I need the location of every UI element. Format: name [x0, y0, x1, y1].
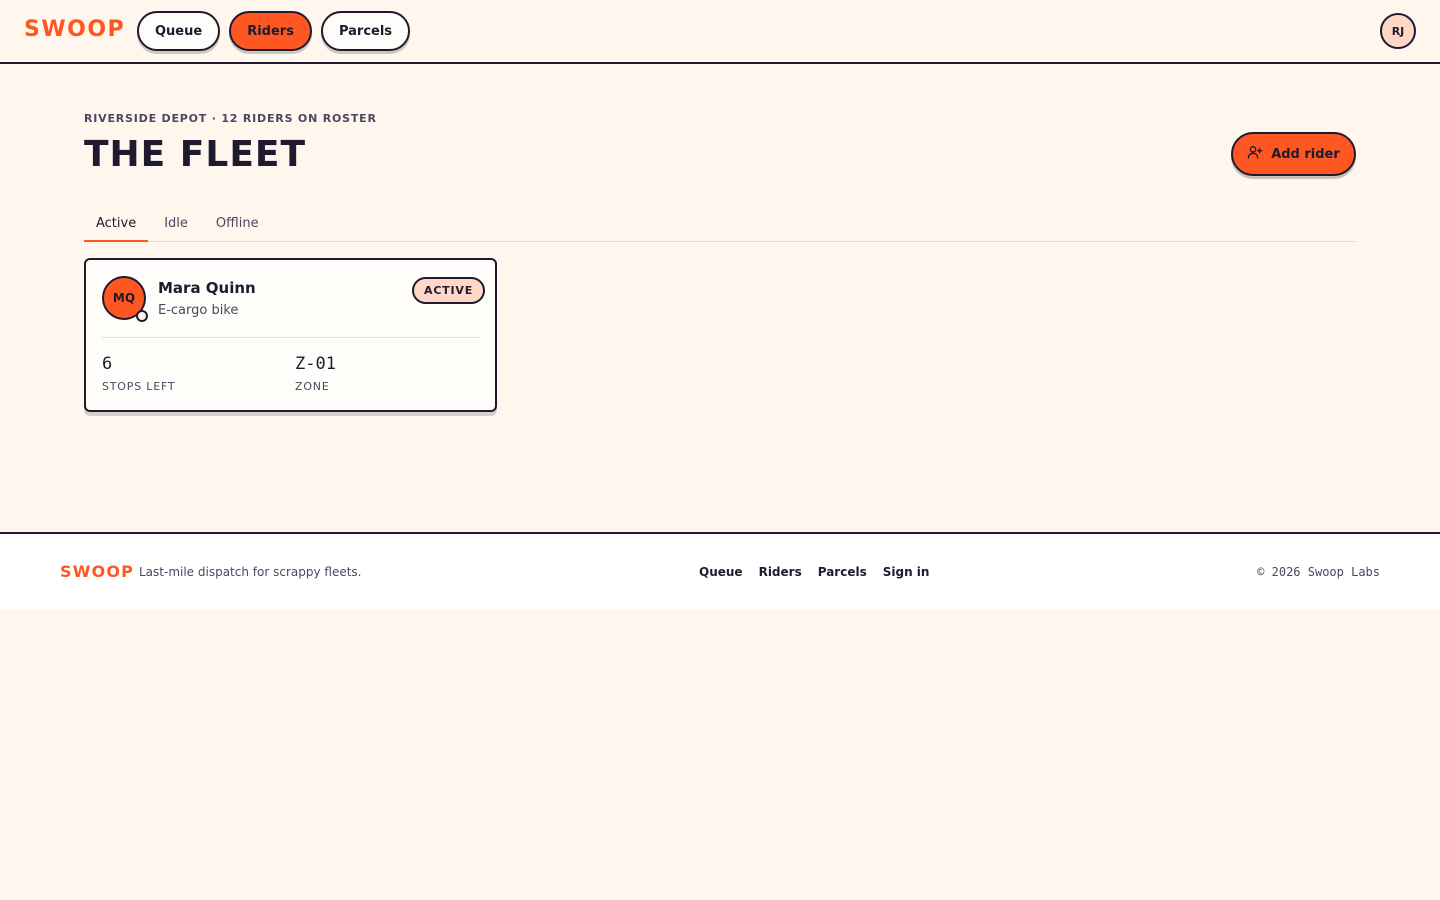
add-rider-label: Add rider: [1271, 146, 1340, 162]
footer-link-riders[interactable]: Riders: [759, 565, 802, 579]
nav-riders[interactable]: Riders: [229, 11, 312, 51]
copyright: © 2026 Swoop Labs: [1257, 565, 1380, 579]
stops-left-value: 6: [102, 354, 113, 374]
footer-link-sign-in[interactable]: Sign in: [883, 565, 930, 579]
footer-tagline: Last-mile dispatch for scrappy fleets.: [139, 565, 362, 579]
page-title: THE FLEET: [84, 134, 307, 175]
footer: SWOOP Last-mile dispatch for scrappy fle…: [0, 532, 1440, 610]
nav-queue[interactable]: Queue: [137, 11, 221, 51]
card-divider: [102, 337, 479, 338]
presence-dot: [136, 310, 148, 322]
tab-offline[interactable]: Offline: [204, 208, 271, 242]
rider-vehicle: E-cargo bike: [158, 303, 239, 318]
zone-label: ZONE: [295, 380, 330, 393]
depot-subtitle: RIVERSIDE DEPOT · 12 RIDERS ON ROSTER: [84, 112, 377, 125]
add-rider-button[interactable]: Add rider: [1231, 132, 1356, 176]
footer-links: Queue Riders Parcels Sign in: [699, 565, 929, 579]
tab-idle[interactable]: Idle: [152, 208, 200, 242]
rider-card[interactable]: MQ Mara Quinn E-cargo bike ACTIVE 6 STOP…: [84, 258, 497, 412]
footer-logo[interactable]: SWOOP: [60, 562, 134, 581]
top-bar: SWOOP Queue Riders Parcels RJ: [0, 0, 1440, 64]
nav-parcels[interactable]: Parcels: [320, 11, 411, 51]
footer-link-queue[interactable]: Queue: [699, 565, 743, 579]
footer-link-parcels[interactable]: Parcels: [818, 565, 867, 579]
user-avatar[interactable]: RJ: [1380, 13, 1416, 49]
tab-active[interactable]: Active: [84, 208, 149, 242]
brand-logo[interactable]: SWOOP: [24, 17, 125, 42]
user-plus-icon: [1247, 144, 1263, 164]
main-nav: Queue Riders Parcels: [137, 11, 411, 51]
status-badge: ACTIVE: [412, 277, 486, 304]
rider-name: Mara Quinn: [158, 279, 256, 297]
status-tabs: Active Idle Offline: [84, 208, 1356, 242]
stops-left-label: STOPS LEFT: [102, 380, 176, 393]
zone-value: Z-01: [295, 354, 336, 374]
